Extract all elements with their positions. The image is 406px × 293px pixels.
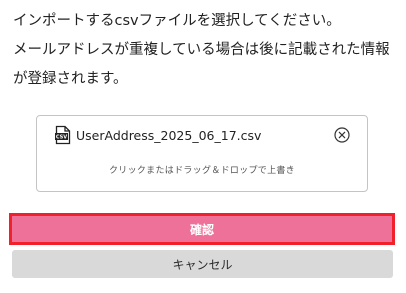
instruction-line-3: が登録されます。 <box>13 71 128 87</box>
instruction-line-1: インポートするcsvファイルを選択してください。 <box>13 13 341 29</box>
file-dropzone[interactable]: CSV UserAddress_2025_06_17.csv クリックまたはドラ… <box>36 115 368 192</box>
confirm-button[interactable]: 確認 <box>9 213 395 245</box>
csv-file-icon: CSV <box>55 125 71 145</box>
dropzone-hint: クリックまたはドラッグ＆ドロップで上書き <box>108 166 295 176</box>
circle-x-icon <box>334 127 350 143</box>
file-name: UserAddress_2025_06_17.csv <box>76 127 262 143</box>
import-csv-dialog: インポートするcsvファイルを選択してください。 メールアドレスが重複している場… <box>0 0 406 293</box>
selected-file: CSV UserAddress_2025_06_17.csv <box>55 125 261 145</box>
instruction-line-2: メールアドレスが重複している場合は後に記載された情報 <box>13 42 390 58</box>
remove-file-button[interactable] <box>334 127 350 143</box>
instructions-text: インポートするcsvファイルを選択してください。 メールアドレスが重複している場… <box>13 7 398 94</box>
svg-text:CSV: CSV <box>56 135 67 141</box>
cancel-button[interactable]: キャンセル <box>12 250 393 278</box>
